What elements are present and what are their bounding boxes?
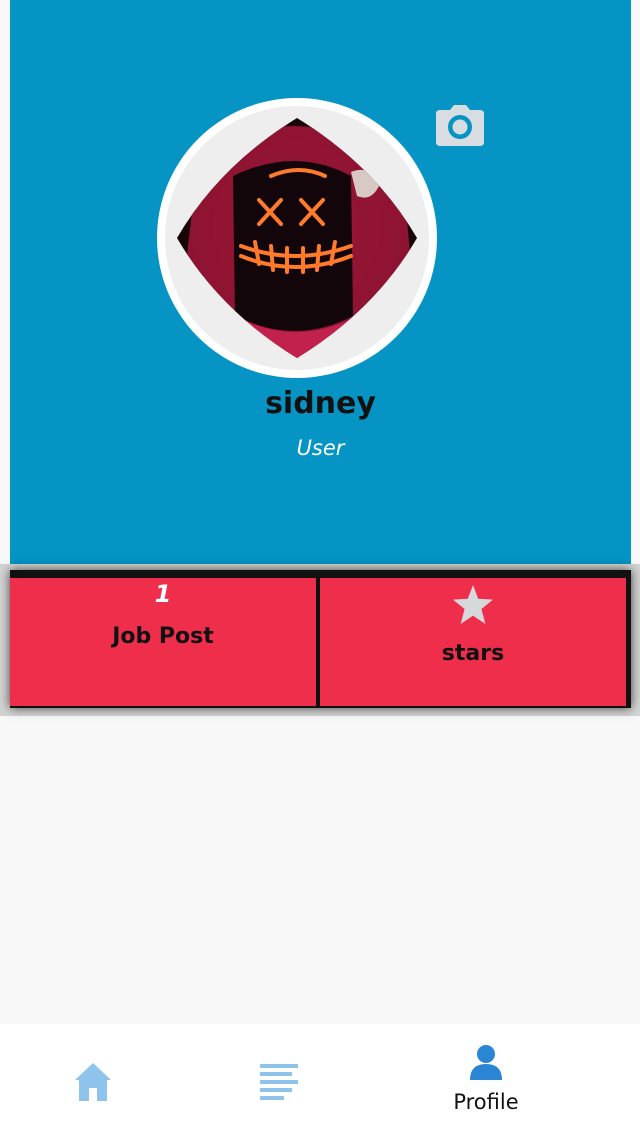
list-icon: [260, 1064, 298, 1100]
stars-label: stars: [441, 641, 505, 666]
job-post-label: Job Post: [112, 624, 214, 649]
tab-profile[interactable]: Profile: [424, 1024, 548, 1136]
avatar-background: [165, 106, 429, 370]
job-post-count: 1: [154, 580, 172, 608]
camera-icon[interactable]: [436, 104, 484, 146]
user-name: sidney: [265, 386, 376, 421]
star-icon: [453, 585, 493, 624]
stars-stat[interactable]: stars: [320, 578, 626, 706]
tab-profile-label: Profile: [453, 1090, 519, 1114]
job-post-stat[interactable]: 1 Job Post: [10, 578, 316, 706]
profile-screen: sidney User 1 Job Post stars Profile: [0, 0, 640, 1136]
bottom-tab-bar: Profile: [0, 1024, 640, 1136]
avatar[interactable]: [157, 98, 437, 378]
tab-home[interactable]: [30, 1024, 154, 1136]
person-icon: [470, 1045, 502, 1080]
home-icon: [75, 1063, 111, 1101]
tab-feed[interactable]: [216, 1024, 340, 1136]
user-role: User: [296, 436, 345, 460]
avatar-photo: [177, 118, 417, 358]
